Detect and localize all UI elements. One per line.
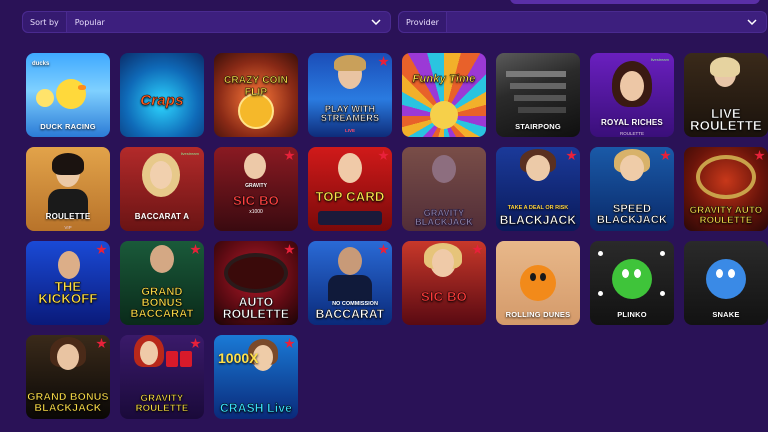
- sort-label: Sort by: [23, 12, 67, 32]
- sort-select[interactable]: Sort by Popular: [22, 11, 391, 33]
- tile-top-label: 1000X: [218, 350, 259, 366]
- game-tile-royal-riches[interactable]: livestream ROYAL RICHES ROULETTE: [590, 53, 674, 137]
- tile-title: PLINKO: [617, 310, 647, 319]
- tile-title: GRAND BONUS BLACKJACK: [27, 391, 109, 414]
- game-tile-grand-bonus-blackjack[interactable]: GRAND BONUS BLACKJACK: [26, 335, 110, 419]
- streamers-art: [308, 53, 392, 137]
- game-tile-crazy-coin-flip[interactable]: CRAZY COIN FLIP: [214, 53, 298, 137]
- game-tile-crash-live[interactable]: 1000X CRASH Live: [214, 335, 298, 419]
- sort-value: Popular: [74, 17, 105, 27]
- tile-title: BACCARAT: [315, 307, 385, 321]
- tile-title: DUCK RACING: [40, 122, 96, 131]
- game-tile-stairpong[interactable]: STAIRPONG: [496, 53, 580, 137]
- tile-title: CRASH Live: [219, 401, 292, 415]
- tile-title: SIC BO: [233, 193, 279, 208]
- tile-title: GRAVITY ROULETTE: [135, 393, 189, 414]
- tile-title: SPEED BLACKJACK: [596, 203, 668, 226]
- tile-title: TOP CARD: [315, 189, 385, 204]
- tile-top-label: ducks: [32, 61, 50, 67]
- chevron-down-icon: [368, 14, 384, 30]
- filters-bar: Sort by Popular Provider: [22, 11, 768, 33]
- tile-title: PLAY WITH STREAMERS: [320, 104, 380, 123]
- game-tile-live-roulette[interactable]: LIVE ROULETTE: [684, 53, 768, 137]
- game-tile-auto-roulette[interactable]: AUTO ROULETTE: [214, 241, 298, 325]
- game-tile-snake[interactable]: SNAKE: [684, 241, 768, 325]
- game-tile-rolling-dunes[interactable]: ROLLING DUNES: [496, 241, 580, 325]
- tile-title: GRAND BONUS BACCARAT: [130, 286, 194, 320]
- game-tile-roulette-vip[interactable]: ROULETTE VIP: [26, 147, 110, 231]
- game-tile-top-card[interactable]: TOP CARD: [308, 147, 392, 231]
- provider-label: Provider: [399, 12, 447, 32]
- tile-top-label: GRAVITY: [245, 183, 267, 189]
- tile-title: ROLLING DUNES: [505, 310, 571, 319]
- game-tile-play-with-streamers[interactable]: PLAY WITH STREAMERS LIVE: [308, 53, 392, 137]
- game-tile-plinko[interactable]: PLINKO: [590, 241, 674, 325]
- tile-title: BACCARAT A: [134, 212, 190, 221]
- tile-sub-label: VIP: [64, 225, 72, 230]
- game-tile-funky-time[interactable]: Funky Time: [402, 53, 486, 137]
- game-tile-sic-bo[interactable]: SIC BO: [402, 241, 486, 325]
- tile-title: GRAVITY AUTO ROULETTE: [689, 205, 763, 226]
- tile-title: GRAVITY BLACKJACK: [415, 208, 473, 227]
- tile-title: LIVE ROULETTE: [690, 106, 762, 133]
- tile-sub-label: LIVE: [344, 128, 355, 133]
- tile-title: BLACKJACK: [499, 213, 577, 227]
- game-tile-gravity-auto-roulette[interactable]: GRAVITY AUTO ROULETTE: [684, 147, 768, 231]
- search-pill[interactable]: [510, 0, 760, 4]
- tile-title: AUTO ROULETTE: [222, 295, 290, 321]
- chevron-down-icon: [744, 14, 760, 30]
- tile-title: SIC BO: [421, 289, 467, 304]
- game-tile-take-a-deal-blackjack[interactable]: TAKE A DEAL OR RISK BLACKJACK: [496, 147, 580, 231]
- game-tile-baccarat-a[interactable]: livestream BACCARAT A: [120, 147, 204, 231]
- tile-title: STAIRPONG: [515, 122, 561, 131]
- provider-tag: livestream: [650, 57, 669, 62]
- game-tile-gravity-sic-bo[interactable]: GRAVITY SIC BO x1000: [214, 147, 298, 231]
- provider-tag: livestream: [180, 151, 199, 156]
- top-bar: [0, 0, 768, 6]
- funky-time-art: [402, 53, 486, 137]
- game-tile-gravity-roulette[interactable]: GRAVITY ROULETTE: [120, 335, 204, 419]
- tile-title: ROULETTE: [45, 212, 91, 221]
- game-tile-grand-bonus-baccarat[interactable]: GRAND BONUS BACCARAT: [120, 241, 204, 325]
- tile-title: SNAKE: [712, 310, 740, 319]
- game-tile-the-kickoff[interactable]: THE KICKOFF: [26, 241, 110, 325]
- tile-title: THE KICKOFF: [38, 279, 98, 306]
- game-tile-speed-blackjack[interactable]: SPEED BLACKJACK: [590, 147, 674, 231]
- tile-sub-label: x1000: [249, 209, 263, 215]
- provider-select[interactable]: Provider: [398, 11, 767, 33]
- tile-title: CRAZY COIN FLIP: [223, 75, 289, 98]
- game-tile-no-commission-baccarat[interactable]: NO COMMISSION BACCARAT: [308, 241, 392, 325]
- game-tile-craps[interactable]: Craps: [120, 53, 204, 137]
- tile-sub-label: ROULETTE: [619, 131, 644, 136]
- tile-title: Craps: [140, 92, 184, 109]
- sic-bo-art: [402, 241, 486, 325]
- tile-title: Funky Time: [412, 73, 476, 85]
- tile-title: ROYAL RICHES: [601, 118, 663, 127]
- game-tile-duck-racing[interactable]: ducks DUCK RACING: [26, 53, 110, 137]
- game-tile-gravity-blackjack[interactable]: GRAVITY BLACKJACK: [402, 147, 486, 231]
